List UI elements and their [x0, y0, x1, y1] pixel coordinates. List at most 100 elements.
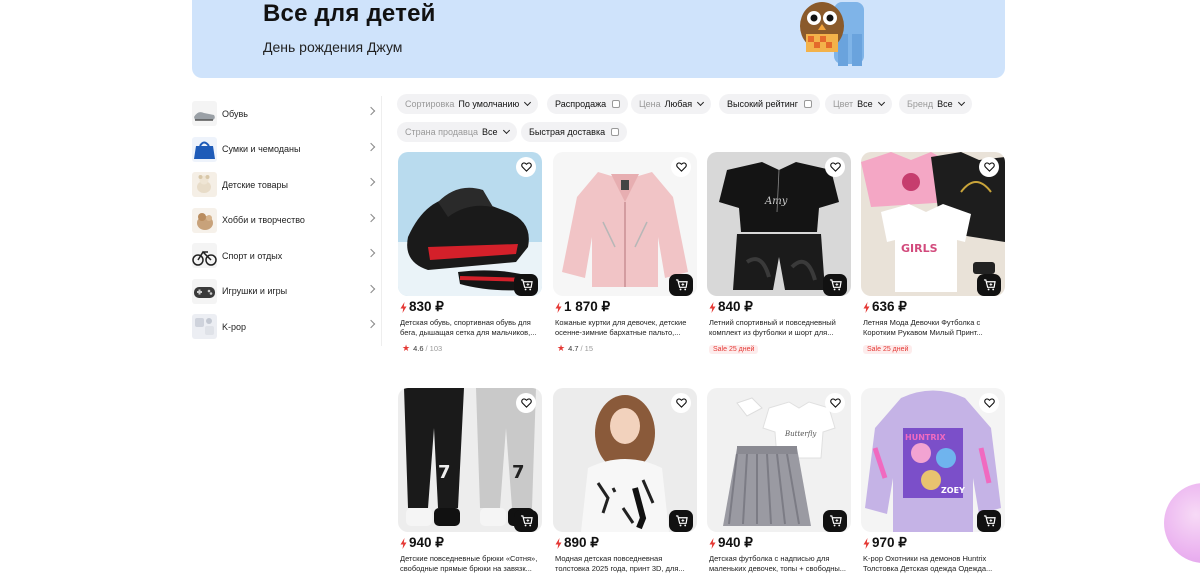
chevron-right-icon [366, 284, 376, 293]
chevron-right-icon [366, 319, 376, 329]
chevron-down-icon [697, 98, 705, 107]
banner-toys-image [800, 2, 864, 66]
brand-dropdown[interactable]: Бренд Все [899, 94, 972, 114]
chevron-down-icon [957, 98, 965, 107]
product-card[interactable]: 7 7 940 ₽ Детские повседневные брюки «Со… [398, 388, 542, 574]
seller-country-label: Страна продавца [405, 127, 478, 137]
lightning-icon [555, 301, 562, 313]
product-card[interactable]: GIRLS 636 ₽ Летняя Мода Девочки Футболка… [861, 152, 1005, 356]
favorite-heart-icon[interactable] [825, 157, 845, 177]
lightning-icon [709, 537, 716, 549]
svg-text:ZOEY: ZOEY [941, 486, 965, 495]
sale-badge: Sale 25 дней [709, 345, 759, 354]
product-card[interactable]: HUNTRIX ZOEY 970 ₽ K-pop Охотники на дем… [861, 388, 1005, 574]
lightning-icon [863, 301, 870, 313]
fast-delivery-filter[interactable]: Быстрая доставка [521, 122, 628, 142]
favorite-heart-icon[interactable] [979, 393, 999, 413]
product-title[interactable]: Детская футболка с надписью для маленьки… [707, 554, 851, 574]
product-title[interactable]: Летняя Мода Девочки Футболка с Коротким … [861, 318, 1005, 338]
shoe-thumb [192, 101, 217, 127]
star-icon: ★ [402, 343, 411, 353]
add-to-cart-button[interactable] [514, 510, 538, 532]
lightning-icon [709, 301, 716, 313]
chevron-right-icon [366, 106, 376, 116]
favorite-heart-icon[interactable] [516, 393, 536, 413]
high-rating-label: Высокий рейтинг [727, 99, 799, 109]
color-dropdown[interactable]: Цвет Все [825, 94, 892, 114]
product-title[interactable]: Кожаные куртки для девочек, детские осен… [553, 318, 697, 338]
promo-banner[interactable]: Все для детей День рождения Джум [192, 0, 1005, 78]
sidebar-item-label: Хобби и творчество [222, 215, 305, 226]
favorite-heart-icon[interactable] [825, 393, 845, 413]
cart-icon [829, 515, 842, 527]
price-dropdown[interactable]: Цена Любая [631, 94, 712, 114]
product-title[interactable]: Детские повседневные брюки «Сотня», своб… [398, 554, 542, 574]
color-label: Цвет [833, 99, 854, 109]
favorite-heart-icon[interactable] [516, 157, 536, 177]
product-title[interactable]: Летний спортивный и повседневный комплек… [707, 318, 851, 338]
cart-icon [829, 279, 842, 291]
product-price: 1 870 ₽ [564, 299, 611, 314]
product-title[interactable]: Модная детская повседневная толстовка 20… [553, 554, 697, 574]
product-price: 940 ₽ [409, 535, 444, 550]
sale-badge: Sale 25 дней [863, 345, 913, 354]
product-card[interactable]: Butterfly 940 ₽ Детская футболка с надпи… [707, 388, 851, 574]
color-value: Все [857, 99, 873, 109]
add-to-cart-button[interactable] [669, 510, 693, 532]
product-image[interactable]: Butterfly [707, 388, 851, 532]
lightning-icon [400, 301, 407, 313]
product-title[interactable]: Детская обувь, спортивная обувь для бега… [398, 318, 542, 338]
lightning-icon [555, 537, 562, 549]
sidebar-item-hobby[interactable]: Хобби и творчество [192, 203, 382, 239]
sidebar-item-label: Обувь [222, 108, 248, 119]
product-price: 940 ₽ [718, 535, 753, 550]
favorite-heart-icon[interactable] [671, 393, 691, 413]
cart-icon [983, 515, 996, 527]
product-image[interactable]: GIRLS [861, 152, 1005, 296]
sidebar-item-shoes[interactable]: Обувь [192, 96, 382, 132]
sidebar-item-sport[interactable]: Спорт и отдых [192, 238, 382, 274]
favorite-heart-icon[interactable] [671, 157, 691, 177]
sidebar-item-toys-games[interactable]: Игрушки и игры [192, 274, 382, 310]
product-price: 636 ₽ [872, 299, 907, 314]
gamepad-thumb [192, 278, 217, 304]
high-rating-filter[interactable]: Высокий рейтинг [719, 94, 821, 114]
bike-thumb [192, 243, 217, 269]
add-to-cart-button[interactable] [977, 274, 1001, 296]
sort-dropdown[interactable]: Сортировка По умолчанию [397, 94, 539, 114]
product-image[interactable] [553, 388, 697, 532]
floating-promo-button[interactable] [1164, 483, 1200, 563]
favorite-heart-icon[interactable] [979, 157, 999, 177]
svg-text:7: 7 [438, 462, 451, 483]
product-image[interactable] [553, 152, 697, 296]
seller-country-dropdown[interactable]: Страна продавца Все [397, 122, 517, 142]
add-to-cart-button[interactable] [514, 274, 538, 296]
fast-delivery-checkbox[interactable] [611, 128, 620, 136]
sidebar-item-kpop[interactable]: K-pop [192, 309, 382, 345]
product-image[interactable]: 7 7 [398, 388, 542, 532]
product-price: 830 ₽ [409, 299, 444, 314]
add-to-cart-button[interactable] [823, 510, 847, 532]
product-image[interactable]: Amy [707, 152, 851, 296]
sale-filter[interactable]: Распродажа [547, 94, 629, 114]
product-title[interactable]: K-pop Охотники на демонов Huntrix Толсто… [861, 554, 1005, 574]
brand-label: Бренд [907, 99, 934, 109]
high-rating-checkbox[interactable] [804, 100, 813, 108]
product-price: 840 ₽ [718, 299, 753, 314]
product-price: 970 ₽ [872, 535, 907, 550]
product-card[interactable]: 1 870 ₽ Кожаные куртки для девочек, детс… [553, 152, 697, 354]
sale-checkbox[interactable] [612, 100, 621, 108]
product-card[interactable]: Amy 840 ₽ Летний спортивный и повседневн… [707, 152, 851, 356]
add-to-cart-button[interactable] [823, 274, 847, 296]
sidebar-item-kids[interactable]: Детские товары [192, 167, 382, 203]
product-image[interactable]: HUNTRIX ZOEY [861, 388, 1005, 532]
add-to-cart-button[interactable] [669, 274, 693, 296]
product-image[interactable] [398, 152, 542, 296]
product-card[interactable]: 830 ₽ Детская обувь, спортивная обувь дл… [398, 152, 542, 354]
sidebar-item-bags[interactable]: Сумки и чемоданы [192, 132, 382, 168]
product-card[interactable]: 890 ₽ Модная детская повседневная толсто… [553, 388, 697, 574]
chevron-down-icon [524, 98, 532, 107]
sidebar-item-label: K-pop [222, 321, 247, 332]
seller-country-value: Все [482, 127, 498, 137]
add-to-cart-button[interactable] [977, 510, 1001, 532]
